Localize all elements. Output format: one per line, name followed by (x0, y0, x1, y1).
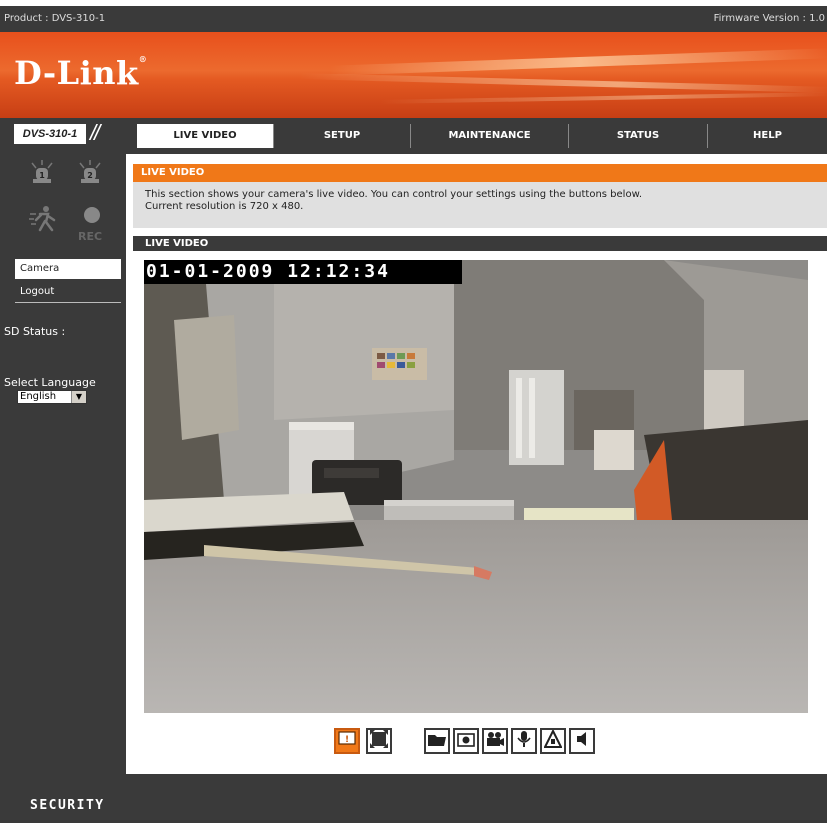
resolution-line: Current resolution is 720 x 480. (145, 201, 304, 212)
live-video-feed[interactable]: 01-01-2009 12:12:34 (144, 260, 808, 713)
record-indicator-icon (83, 206, 101, 224)
microphone-button[interactable] (511, 728, 537, 754)
folder-icon (427, 731, 447, 751)
snapshot-button[interactable] (453, 728, 479, 754)
description-line: This section shows your camera's live vi… (145, 189, 643, 200)
rec-label: REC (78, 230, 103, 243)
tab-help[interactable]: HELP (708, 124, 827, 148)
tab-setup[interactable]: SETUP (274, 124, 411, 148)
video-record-button[interactable] (482, 728, 508, 754)
fullscreen-button[interactable] (366, 728, 392, 754)
registered-mark: ® (138, 54, 148, 64)
main-content: LIVE VIDEO This section shows your camer… (133, 154, 827, 774)
microphone-icon (516, 730, 532, 752)
section-title: LIVE VIDEO (133, 164, 827, 182)
tab-live-video[interactable]: LIVE VIDEO (137, 124, 274, 148)
monitor-icon: ! (338, 731, 356, 751)
video-frame (144, 260, 808, 713)
speaker-button[interactable] (569, 728, 595, 754)
language-label: Select Language (4, 376, 96, 389)
chevron-down-icon[interactable]: ▼ (71, 391, 86, 403)
tab-status[interactable]: STATUS (569, 124, 708, 148)
alarm-triangle-icon (543, 728, 563, 752)
live-video-header: LIVE VIDEO (133, 236, 827, 251)
sidebar-item-camera[interactable]: Camera (15, 259, 121, 279)
svg-text:!: ! (345, 735, 349, 745)
dio-label: 1 (39, 171, 45, 180)
banner-glow (379, 92, 827, 104)
footer-security-label: SECURITY (30, 798, 105, 813)
sidebar-divider (15, 302, 121, 303)
banner-glow (329, 48, 827, 76)
firmware-label: Firmware Version : 1.0 (713, 13, 825, 24)
section-description: This section shows your camera's live vi… (133, 182, 827, 228)
video-record-icon (485, 731, 505, 751)
language-select-value: English (20, 391, 57, 402)
digital-input-1-icon: 1 (30, 160, 54, 184)
video-timestamp: 01-01-2009 12:12:34 (144, 260, 462, 284)
sd-status-label: SD Status : (4, 325, 66, 338)
sidebar-item-logout[interactable]: Logout (15, 282, 121, 302)
live-view-button[interactable]: ! (334, 728, 360, 754)
tab-maintenance[interactable]: MAINTENANCE (411, 124, 569, 148)
digital-input-2-icon: 2 (78, 160, 102, 184)
fullscreen-icon (370, 730, 388, 752)
info-bar: Product : DVS-310-1 Firmware Version : 1… (0, 6, 827, 32)
logo-text: D-Link (14, 54, 139, 92)
product-label: Product : DVS-310-1 (4, 13, 106, 24)
dio-label: 2 (87, 171, 93, 180)
dlink-logo: D-Link® (14, 54, 147, 92)
model-badge: DVS-310-1 (14, 124, 86, 144)
nav-bar: DVS-310-1 // LIVE VIDEO SETUP MAINTENANC… (0, 118, 827, 154)
brand-banner: D-Link® (0, 32, 827, 118)
sidebar: 1 2 REC Camera Logout SD Status : Select… (0, 154, 126, 774)
motion-detection-icon (28, 204, 58, 232)
model-slashes: // (90, 120, 100, 145)
language-select[interactable]: English ▼ (17, 390, 87, 404)
banner-glow (300, 73, 827, 93)
snapshot-camera-icon (457, 731, 475, 751)
alarm-output-button[interactable] (540, 728, 566, 754)
footer: SECURITY (0, 774, 827, 823)
storage-folder-button[interactable] (424, 728, 450, 754)
speaker-icon (574, 730, 590, 752)
